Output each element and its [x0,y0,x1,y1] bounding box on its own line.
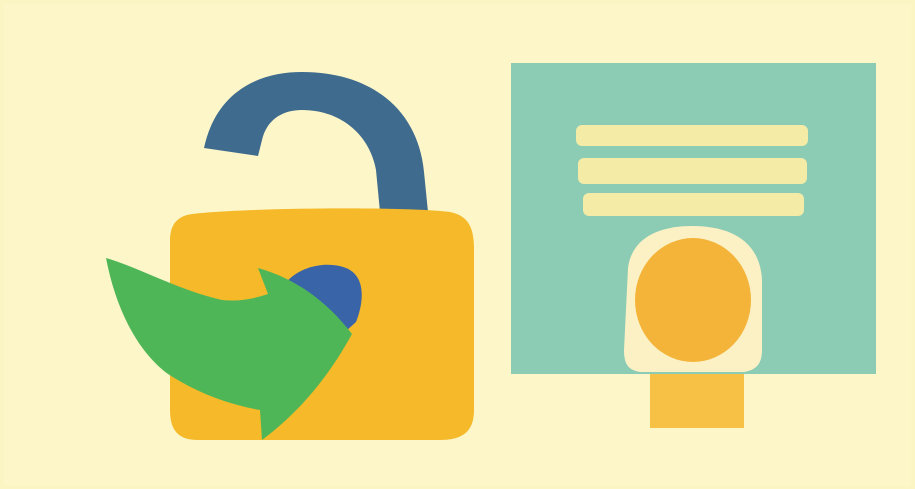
badge-tab [650,374,744,428]
card-line-1 [576,125,808,146]
card-line-3 [583,193,804,216]
badge-circle [635,238,751,362]
card-line-2 [578,158,807,184]
illustration-svg [0,0,915,489]
illustration-canvas [0,0,915,489]
